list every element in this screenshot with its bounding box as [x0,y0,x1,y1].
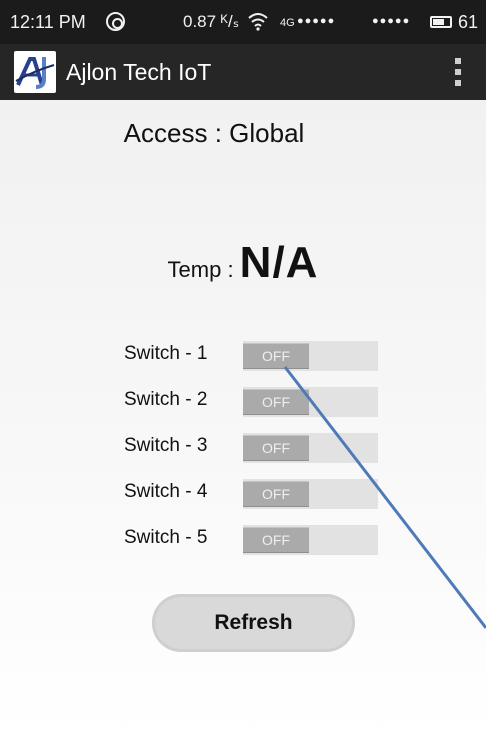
battery-icon [430,16,452,28]
temperature-row: Temp : N/A [0,238,486,288]
switch-label: Switch - 1 [124,343,208,364]
signal-strength-sim2-icon: ●●●●● [372,15,411,27]
temperature-value: N/A [239,238,319,287]
switch-row-5: Switch - 5 OFF [0,525,486,555]
whatsapp-notification-icon [106,12,125,31]
temperature-label: Temp : [167,257,240,282]
overflow-dot [455,58,461,64]
switch-2-thumb[interactable]: OFF [243,389,309,415]
battery-level: 61 [458,12,479,32]
wifi-icon-glyph [248,13,268,31]
switch-label: Switch - 4 [124,481,208,502]
switch-row-2: Switch - 2 OFF [0,387,486,417]
overflow-dot [455,80,461,86]
network-type: 4G [280,17,295,29]
status-bar: 12:11 PM 0.87 ᴷ/ₛ 4G ●●●●● ●●●●● 61 [0,0,486,44]
switch-label: Switch - 3 [124,435,208,456]
app-bar: Ajlon Tech IoT [0,44,486,100]
switch-row-1: Switch - 1 OFF [0,341,486,371]
network-speed: 0.87 ᴷ/ₛ [183,12,240,31]
switch-4-thumb[interactable]: OFF [243,481,309,507]
more-vert-icon[interactable] [452,58,464,86]
aj-logo-icon [14,51,56,93]
switch-row-4: Switch - 4 OFF [0,479,486,509]
signal-strength-sim1-icon: ●●●●● [297,15,336,27]
app-screen: 12:11 PM 0.87 ᴷ/ₛ 4G ●●●●● ●●●●● 61 Ajlo… [0,0,486,740]
overflow-dot [455,69,461,75]
status-time: 12:11 PM [10,12,86,32]
switch-1-thumb[interactable]: OFF [243,343,309,369]
switch-5-thumb[interactable]: OFF [243,527,309,553]
switch-label: Switch - 2 [124,389,208,410]
switch-row-3: Switch - 3 OFF [0,433,486,463]
access-label: Access : Global [123,118,305,148]
switch-label: Switch - 5 [124,527,208,548]
switch-3-thumb[interactable]: OFF [243,435,309,461]
app-title: Ajlon Tech IoT [66,59,212,85]
refresh-button[interactable]: Refresh [152,594,355,652]
